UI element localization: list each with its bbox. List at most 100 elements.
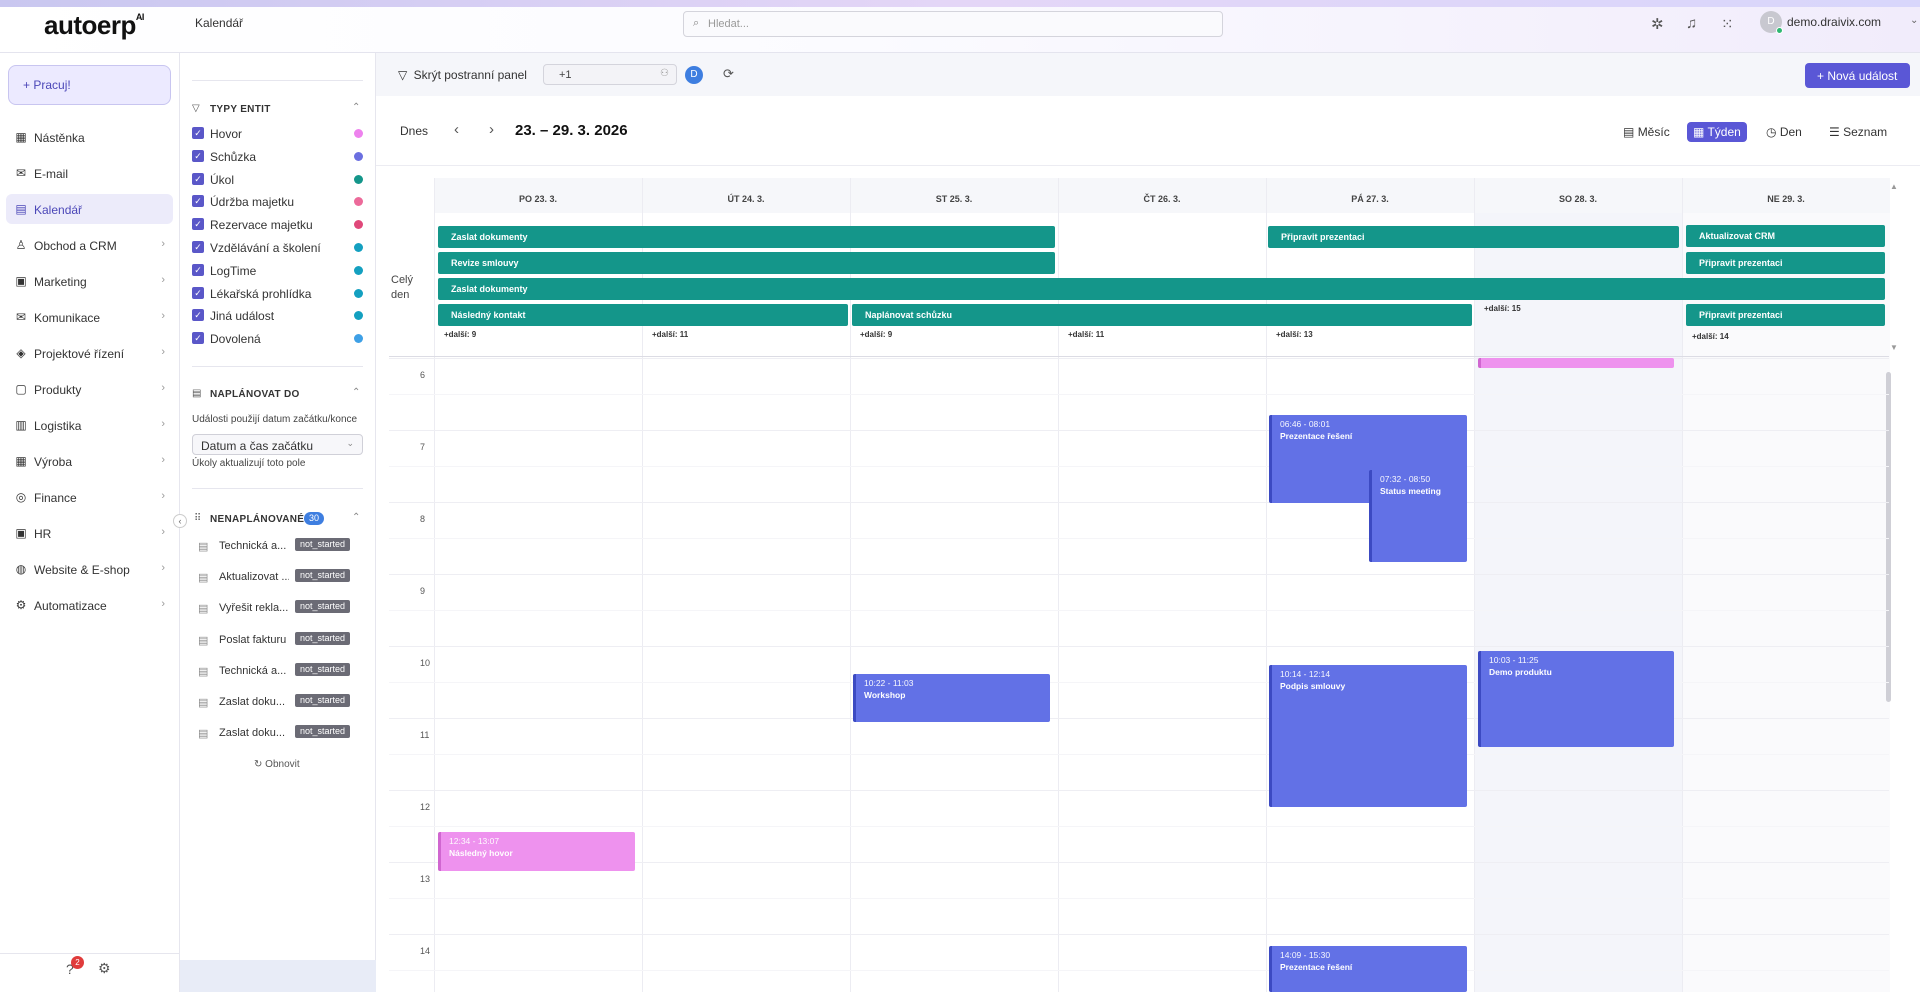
attendee-input[interactable]: +1 ⚇ [543,64,677,85]
allday-event[interactable]: Zaslat dokumenty [438,278,1885,300]
checkbox[interactable]: ✓ [192,241,204,253]
more-link[interactable]: +další: 11 [652,330,688,339]
sidebar-item-0[interactable]: ▦ Nástěnka [6,122,173,152]
status-badge: not_started [295,662,351,676]
day-header[interactable]: PO 23. 3. [434,194,642,204]
allday-event[interactable]: Připravit prezentaci [1686,252,1885,274]
day-column[interactable] [1058,178,1266,992]
half-hour-line [389,754,1889,755]
event-block[interactable]: 10:03 - 11:25 Demo produktu [1478,651,1674,747]
day-column[interactable] [850,178,1058,992]
sidebar-item-5[interactable]: ✉ Komunikace › [6,302,173,332]
next-week-button[interactable]: › [489,121,494,138]
today-button[interactable]: Dnes [400,124,428,138]
allday-event[interactable]: Revize smlouvy [438,252,1055,274]
collapse-icon[interactable]: ⌃ [352,102,360,113]
checkbox[interactable]: ✓ [192,332,204,345]
day-header[interactable]: NE 29. 3. [1682,194,1890,204]
hour-label: 11 [420,730,430,740]
divider [192,80,363,81]
scroll-up-icon[interactable]: ▲ [1890,182,1898,191]
refresh-button[interactable]: ↻ Obnovit [254,759,300,770]
more-link[interactable]: +další: 15 [1484,304,1521,313]
day-column[interactable] [642,178,850,992]
day-header[interactable]: ST 25. 3. [850,194,1058,204]
checkbox[interactable]: ✓ [192,127,204,139]
apps-grid-icon[interactable]: ⁙ [1721,15,1734,33]
checkbox[interactable]: ✓ [192,172,204,185]
checkbox[interactable]: ✓ [192,195,204,208]
collapse-icon[interactable]: ⌃ [352,387,360,398]
view-week[interactable]: ▦ Týden [1687,122,1747,142]
unplanned-item[interactable]: ▤ Zaslat doku... not_started [198,721,358,747]
scrollbar[interactable] [1886,372,1891,702]
collapse-panel-button[interactable]: ‹ [173,514,187,528]
unplanned-item[interactable]: ▤ Poslat fakturu not_started [198,628,358,654]
event-block[interactable]: 10:22 - 11:03 Workshop [853,674,1050,722]
sidebar-item-13[interactable]: ⚙ Automatizace › [6,590,173,620]
day-column[interactable] [1682,178,1890,992]
sidebar-item-1[interactable]: ✉ E-mail [6,158,173,188]
collapse-icon[interactable]: ⌃ [352,512,360,523]
day-column[interactable] [1474,178,1682,992]
allday-event[interactable]: Následný kontakt [438,304,848,326]
event-block[interactable]: 14:09 - 15:30 Prezentace řešení [1269,946,1467,992]
view-day[interactable]: ◷ Den [1760,122,1808,142]
sidebar-item-10[interactable]: ◎ Finance › [6,482,173,512]
more-link[interactable]: +další: 11 [1068,330,1104,339]
day-column[interactable] [1266,178,1474,992]
unplanned-item[interactable]: ▤ Technická a... not_started [198,659,358,685]
day-header[interactable]: PÁ 27. 3. [1266,194,1474,204]
hide-panel-button[interactable]: ▽ Skrýt postranní panel [398,68,527,82]
more-link[interactable]: +další: 9 [444,330,476,339]
day-header[interactable]: ÚT 24. 3. [642,194,850,204]
plan-select[interactable]: Datum a čas začátku ⌄ [192,434,363,455]
more-link[interactable]: +další: 14 [1692,332,1729,341]
allday-event[interactable]: Připravit prezentaci [1686,304,1885,326]
sidebar-item-12[interactable]: ◍ Website & E-shop › [6,554,173,584]
unplanned-item[interactable]: ▤ Vyřešit rekla... not_started [198,596,358,622]
event-block[interactable]: 07:32 - 08:50 Status meeting [1369,470,1467,562]
bug-icon[interactable]: ✲ [1651,15,1664,33]
hour-label: 7 [420,442,426,452]
prev-week-button[interactable]: ‹ [454,121,459,138]
checkbox[interactable]: ✓ [192,286,204,299]
sidebar-item-6[interactable]: ◈ Projektové řízení › [6,338,173,368]
attendee-avatar[interactable]: D [685,66,703,84]
pracuj-button[interactable]: + Pracuj! [8,65,171,105]
sidebar-item-7[interactable]: ▢ Produkty › [6,374,173,404]
scroll-down-icon[interactable]: ▼ [1890,343,1898,352]
sync-icon[interactable]: ⟳ [723,66,734,82]
event-block[interactable]: 10:14 - 12:14 Podpis smlouvy [1269,665,1467,807]
sidebar-item-2[interactable]: ▤ Kalendář [6,194,173,224]
allday-event[interactable]: Naplánovat schůzku [852,304,1472,326]
checkbox[interactable]: ✓ [192,149,204,162]
logo[interactable]: autoerpAI [44,10,144,41]
more-link[interactable]: +další: 13 [1276,330,1313,339]
day-header[interactable]: SO 28. 3. [1474,194,1682,204]
day-header[interactable]: ČT 26. 3. [1058,194,1266,204]
sidebar-item-4[interactable]: ▣ Marketing › [6,266,173,296]
allday-event[interactable]: Aktualizovat CRM [1686,225,1885,247]
allday-event[interactable]: Připravit prezentaci [1268,226,1679,248]
unplanned-item[interactable]: ▤ Technická a... not_started [198,534,358,560]
unplanned-item[interactable]: ▤ Aktualizovat ... not_started [198,565,358,591]
sidebar-item-11[interactable]: ▣ HR › [6,518,173,548]
view-list[interactable]: ☰ Seznam [1823,122,1893,142]
checkbox[interactable]: ✓ [192,309,204,322]
allday-event[interactable]: Zaslat dokumenty [438,226,1055,248]
search-input[interactable]: ⌕ Hledat... [683,11,1223,37]
bell-icon[interactable]: ♫ [1686,15,1697,32]
checkbox[interactable]: ✓ [192,218,204,231]
more-link[interactable]: +další: 9 [860,330,892,339]
event-block[interactable] [1478,358,1674,368]
sidebar-item-9[interactable]: ▦ Výroba › [6,446,173,476]
new-event-button[interactable]: + Nová událost [1805,63,1910,88]
settings-icon[interactable]: ⚙ [98,960,111,977]
sidebar-item-3[interactable]: ♙ Obchod a CRM › [6,230,173,260]
checkbox[interactable]: ✓ [192,263,204,276]
event-block[interactable]: 12:34 - 13:07 Následný hovor [438,832,635,871]
sidebar-item-8[interactable]: ▥ Logistika › [6,410,173,440]
unplanned-item[interactable]: ▤ Zaslat doku... not_started [198,690,358,716]
view-month[interactable]: ▤ Měsíc [1617,122,1676,142]
